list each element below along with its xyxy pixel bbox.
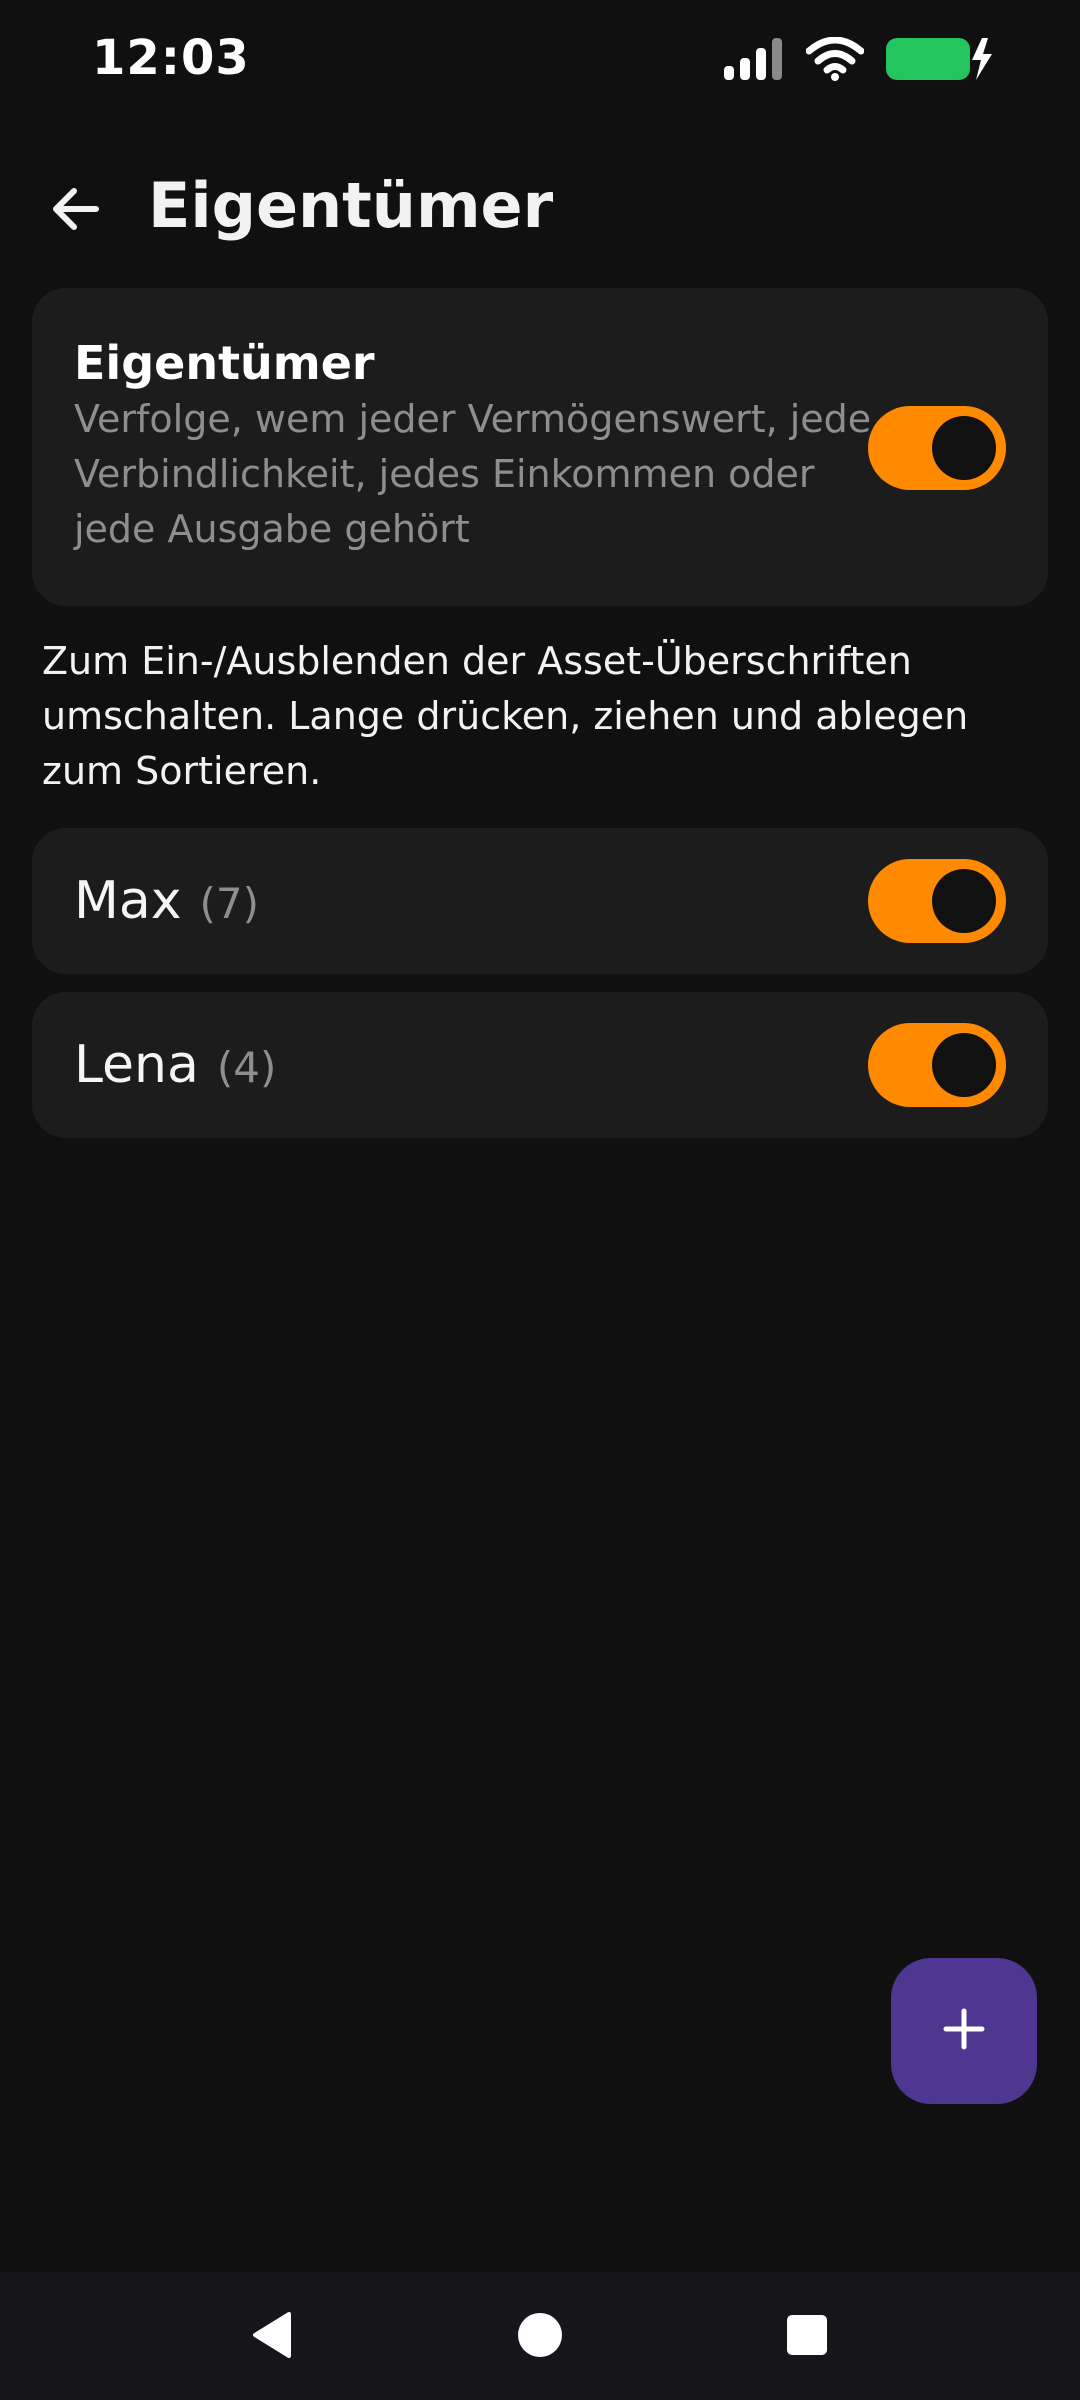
owners-enabled-toggle[interactable] [868,406,1006,490]
nav-home-button[interactable] [500,2302,580,2372]
nav-back-button[interactable] [232,2302,312,2372]
toggle-knob [932,869,996,933]
system-nav-bar [0,2272,1080,2400]
nav-recents-button[interactable] [767,2302,847,2372]
owner-name: Max (7) [74,828,259,974]
app-bar: Eigentümer [0,150,1080,260]
back-triangle-icon [249,2310,295,2364]
page-title: Eigentümer [148,169,554,242]
owner-count: (4) [216,1043,277,1092]
owners-setting-card: Eigentümer Verfolge, wem jeder Vermögens… [32,288,1048,606]
owner-count: (7) [199,879,260,928]
status-time: 12:03 [92,30,250,86]
owner-row-max[interactable]: Max (7) [32,828,1048,974]
plus-icon [943,2008,985,2054]
arrow-left-icon [50,187,100,235]
status-bar: 12:03 [0,0,1080,120]
toggle-knob [932,416,996,480]
toggle-knob [932,1033,996,1097]
status-icons [722,36,994,86]
setting-title: Eigentümer [74,336,375,390]
owner-visibility-toggle[interactable] [868,1023,1006,1107]
home-circle-icon [517,2312,563,2362]
owner-name-label: Max [74,871,182,931]
owner-row-lena[interactable]: Lena (4) [32,992,1048,1138]
owners-screen: 12:03 Eigentümer Eigentümer Verfolge, we… [0,0,1080,2400]
hint-text: Zum Ein-/Ausblenden der Asset-Überschrif… [42,639,969,793]
owner-name-label: Lena [74,1035,199,1095]
owner-name: Lena (4) [74,992,276,1138]
wifi-icon [805,36,865,85]
add-owner-button[interactable] [891,1958,1037,2104]
setting-description: Verfolge, wem jeder Vermögenswert, jede … [74,397,872,551]
owner-visibility-toggle[interactable] [868,859,1006,943]
signal-icon [722,38,784,84]
battery-charging-icon [886,36,994,86]
back-button[interactable] [30,166,120,256]
recents-square-icon [786,2314,828,2360]
